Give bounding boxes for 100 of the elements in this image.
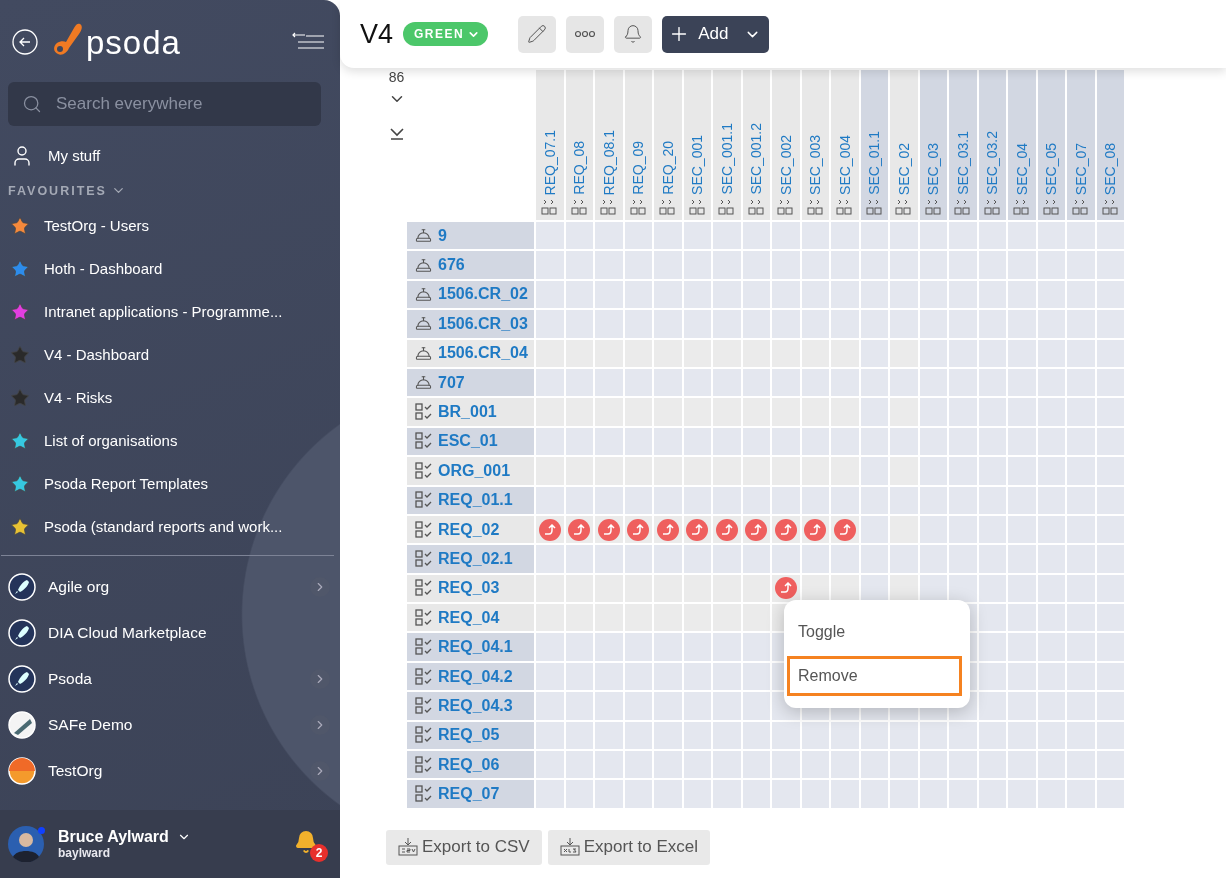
matrix-cell[interactable] [1008,251,1036,279]
matrix-cell[interactable] [1037,398,1065,426]
matrix-cell[interactable] [978,457,1006,485]
row-link[interactable]: REQ_04 [438,608,500,627]
matrix-cell[interactable] [595,780,623,808]
matrix-cell[interactable] [713,427,741,456]
matrix-cell[interactable] [890,574,918,603]
matrix-cell[interactable] [860,427,888,456]
matrix-cell[interactable] [1067,368,1095,397]
matrix-cell[interactable] [801,280,829,309]
column-link[interactable]: SEC_05 [1043,142,1060,195]
matrix-cell[interactable] [624,222,652,250]
row-link[interactable]: 676 [438,256,465,275]
matrix-cell[interactable] [1008,721,1036,750]
matrix-cell[interactable] [654,780,682,808]
matrix-cell[interactable] [1096,486,1124,514]
matrix-cell[interactable] [1067,751,1095,779]
matrix-cell[interactable] [1067,780,1095,808]
column-link[interactable]: SEC_03.2 [984,131,1001,195]
matrix-cell[interactable] [772,721,800,750]
link-options-icon[interactable] [924,199,942,216]
matrix-cell[interactable] [1096,222,1124,250]
matrix-cell[interactable] [595,427,623,456]
favourite-item[interactable]: V4 - Risks [0,376,340,419]
matrix-cell[interactable] [565,692,593,720]
matrix-cell[interactable] [565,251,593,279]
link-options-icon[interactable] [629,199,647,216]
matrix-cell[interactable] [860,251,888,279]
section-toggle[interactable]: FAVOURITES [0,177,134,204]
matrix-cell[interactable] [919,751,947,779]
favourite-item[interactable]: Hoth - Dashboard [0,247,340,290]
matrix-cell[interactable] [565,751,593,779]
matrix-cell[interactable] [595,368,623,397]
matrix-cell[interactable] [1096,339,1124,367]
link-options-icon[interactable] [688,199,706,216]
favourite-item[interactable]: Psoda Report Templates [0,462,340,505]
matrix-cell[interactable] [713,692,741,720]
matrix-cell[interactable] [595,692,623,720]
link-options-icon[interactable] [600,199,618,216]
link-options-icon[interactable] [570,199,588,216]
matrix-cell[interactable] [683,368,711,397]
matrix-cell[interactable] [919,721,947,750]
column-link[interactable]: SEC_03.1 [954,131,971,195]
matrix-cell[interactable] [713,545,741,573]
link-options-icon[interactable] [1042,199,1060,216]
matrix-cell[interactable] [890,310,918,338]
matrix-cell[interactable] [1096,398,1124,426]
column-link[interactable]: SEC_002 [777,135,794,195]
favourite-item[interactable]: List of organisations [0,419,340,462]
matrix-cell[interactable] [683,310,711,338]
matrix-cell[interactable] [624,486,652,514]
matrix-cell[interactable] [949,721,977,750]
matrix-cell[interactable] [624,780,652,808]
matrix-cell[interactable] [1067,545,1095,573]
matrix-cell[interactable] [1096,721,1124,750]
column-link[interactable]: SEC_07 [1072,142,1089,195]
matrix-cell[interactable] [1096,662,1124,691]
matrix-cell[interactable] [536,574,564,603]
matrix-cell[interactable] [595,604,623,632]
matrix-cell[interactable] [860,310,888,338]
link-options-icon[interactable] [983,199,1001,216]
matrix-cell[interactable] [949,368,977,397]
matrix-cell[interactable] [1067,662,1095,691]
matrix-cell[interactable] [890,280,918,309]
matrix-cell[interactable] [801,751,829,779]
matrix-cell[interactable] [536,251,564,279]
matrix-cell[interactable] [949,780,977,808]
row-link[interactable]: REQ_03 [438,579,500,598]
matrix-cell[interactable] [801,780,829,808]
matrix-cell[interactable] [949,515,977,544]
matrix-cell[interactable] [949,280,977,309]
matrix-cell[interactable] [1037,545,1065,573]
matrix-cell[interactable] [565,545,593,573]
row-link[interactable]: REQ_05 [438,726,500,745]
matrix-cell[interactable] [1037,574,1065,603]
matrix-cell[interactable] [536,692,564,720]
matrix-cell[interactable] [831,427,859,456]
matrix-cell[interactable] [860,398,888,426]
row-link[interactable]: REQ_02.1 [438,550,513,568]
matrix-cell[interactable] [1037,751,1065,779]
matrix-cell[interactable] [624,368,652,397]
matrix-cell[interactable] [1037,251,1065,279]
jump-to-bottom-icon[interactable] [389,128,404,140]
matrix-cell[interactable] [683,427,711,456]
matrix-cell[interactable] [1008,633,1036,661]
link-options-icon[interactable] [806,199,824,216]
matrix-cell[interactable] [1008,515,1036,544]
row-link[interactable]: 1506.CR_02 [438,285,528,304]
matrix-cell[interactable] [919,515,947,544]
matrix-cell[interactable] [949,427,977,456]
column-link[interactable]: REQ_20 [659,141,676,195]
matrix-cell[interactable] [595,545,623,573]
row-link[interactable]: REQ_06 [438,755,500,774]
matrix-cell[interactable] [860,368,888,397]
matrix-cell[interactable] [683,222,711,250]
matrix-cell[interactable] [654,280,682,309]
matrix-cell[interactable] [801,427,829,456]
row-link[interactable]: REQ_04.2 [438,667,513,686]
matrix-cell[interactable] [1067,721,1095,750]
matrix-cell[interactable] [831,751,859,779]
